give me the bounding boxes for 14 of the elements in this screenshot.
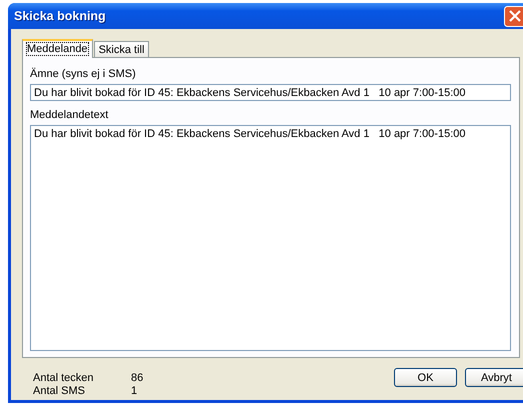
stat-value: 1 [131,385,138,397]
field-label: Ämne (syns ej i SMS) [30,68,137,81]
message-field[interactable]: Du har blivit bokad för ID 45: Ekbackens Servicehus/Ekbacken Avd 1 10 apr 7:00-15:00 [30,125,511,351]
stat-value: 86 [131,372,144,384]
dialog-button[interactable]: OK [394,368,457,387]
field-label: Meddelandetext [30,109,110,122]
tab[interactable]: Skicka till [94,41,150,57]
tab[interactable]: Meddelande [22,39,93,58]
stat-label: Antal tecken [33,372,95,384]
stat-label: Antal SMS [33,385,86,397]
close-icon[interactable] [504,6,523,26]
window-title: Skicka bokning [14,9,107,23]
subject-field[interactable]: Du har blivit bokad för ID 45: Ekbackens Servicehus/Ekbacken Avd 1 10 apr 7:00-15:00 [30,84,511,101]
dialog-button[interactable]: Avbryt [465,368,523,387]
